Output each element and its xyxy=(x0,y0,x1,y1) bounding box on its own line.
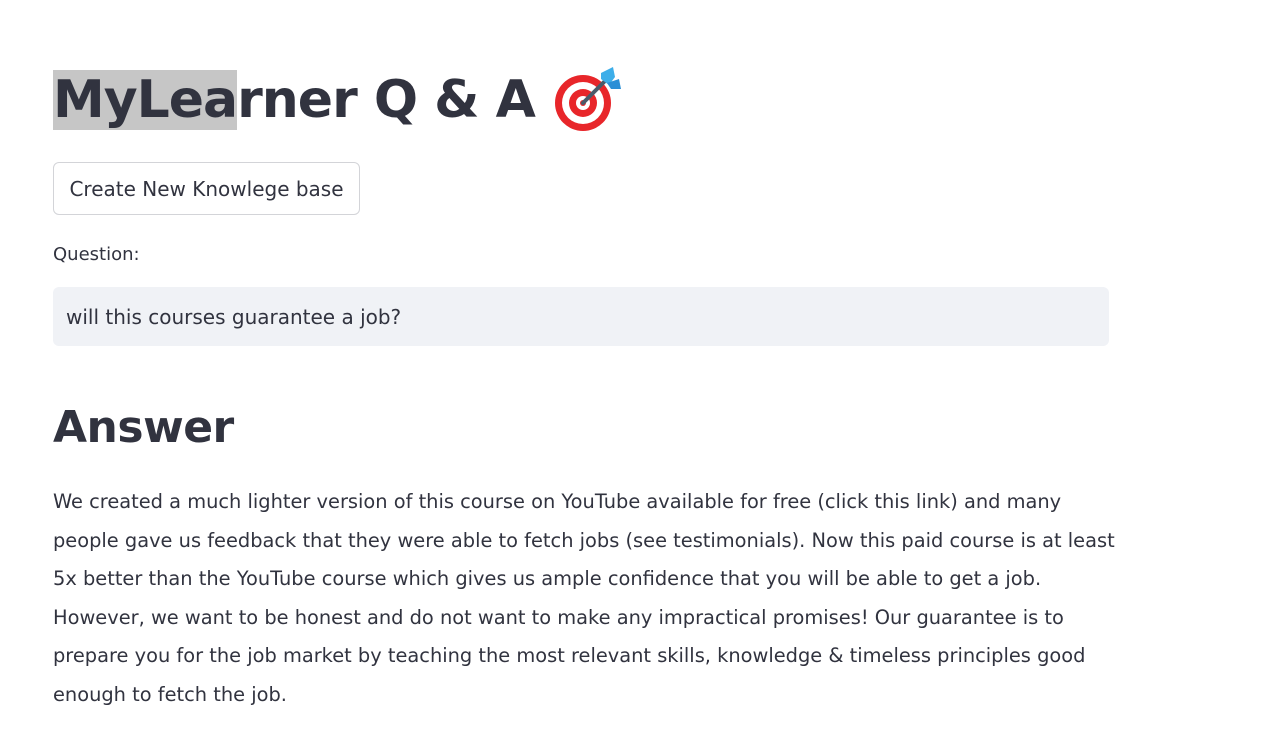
answer-heading: Answer xyxy=(53,402,234,453)
title-row: MyLearner Q & A xyxy=(53,58,623,142)
question-label: Question: xyxy=(53,244,140,265)
page-title: MyLearner Q & A xyxy=(53,58,536,142)
answer-text: We created a much lighter version of thi… xyxy=(53,490,1115,706)
question-input[interactable] xyxy=(53,287,1109,346)
title-text: rner Q & A xyxy=(237,70,536,130)
page: MyLearner Q & A Create New Knowlege base… xyxy=(0,0,1275,729)
create-knowledge-base-button[interactable]: Create New Knowlege base xyxy=(53,162,360,215)
target-dart-icon xyxy=(554,67,621,131)
title-selected-text[interactable]: MyLea xyxy=(53,70,238,130)
